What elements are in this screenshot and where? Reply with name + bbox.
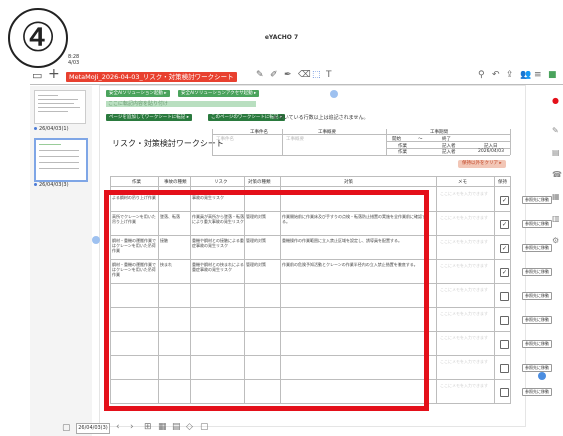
keep-checkbox[interactable] bbox=[500, 316, 509, 325]
memo-field[interactable]: ここにメモを入力できます bbox=[440, 383, 488, 389]
keep-checkbox[interactable] bbox=[500, 364, 509, 373]
col-risk: リスク bbox=[214, 180, 228, 185]
search-icon[interactable]: ⚲ bbox=[478, 70, 485, 80]
column-divider bbox=[436, 176, 437, 404]
status-icon: ■ bbox=[548, 70, 557, 80]
doc-icon[interactable]: ▥ bbox=[552, 214, 560, 223]
transfer-note: ※ 空いている行数以上は追記されません。 bbox=[273, 115, 369, 121]
menu-icon[interactable]: ≡ bbox=[534, 70, 542, 80]
next-page-icon[interactable]: › bbox=[130, 422, 134, 432]
column-divider bbox=[494, 176, 495, 404]
keep-checkbox[interactable]: ✓ bbox=[500, 244, 509, 253]
add-page-icon[interactable]: ⊞ bbox=[144, 422, 152, 432]
gear-icon[interactable]: ⚙ bbox=[552, 236, 559, 245]
marker-icon[interactable]: ✐ bbox=[270, 70, 278, 80]
col-memo: メモ bbox=[458, 180, 467, 185]
memo-field[interactable]: ここにメモを入力できます bbox=[440, 359, 488, 365]
keep-checkbox[interactable] bbox=[500, 340, 509, 349]
date-value[interactable]: 2026/04/03 bbox=[478, 149, 504, 154]
work-name-field[interactable]: 工事件名 bbox=[216, 136, 234, 142]
page-thumbnail-2[interactable] bbox=[34, 138, 88, 182]
keep-checkbox[interactable] bbox=[500, 388, 509, 397]
sidebar-toggle-icon[interactable]: ▭ bbox=[32, 69, 42, 82]
memo-field[interactable]: ここにメモを入力できます bbox=[440, 287, 488, 293]
note-icon[interactable]: ▤ bbox=[552, 148, 560, 157]
keep-checkbox[interactable] bbox=[500, 292, 509, 301]
keep-checkbox[interactable]: ✓ bbox=[500, 268, 509, 277]
brush-icon[interactable]: ✒ bbox=[284, 70, 292, 80]
memo-field[interactable]: ここにメモを入力できます bbox=[440, 335, 488, 341]
text-icon[interactable]: T bbox=[326, 70, 332, 80]
status-date: 4/03 bbox=[68, 60, 80, 66]
memo-field[interactable]: ここにメモを入力できます bbox=[440, 215, 488, 221]
work-summary-field[interactable]: 工事概要 bbox=[286, 136, 304, 142]
column-divider bbox=[510, 176, 511, 404]
page-label-1: 26/04/03(1) bbox=[34, 126, 69, 132]
undo-icon[interactable]: ↶ bbox=[492, 70, 500, 80]
prev-page-icon[interactable]: ‹ bbox=[116, 422, 120, 432]
col-keep: 保持 bbox=[498, 180, 507, 185]
memo-field[interactable]: ここにメモを入力できます bbox=[440, 263, 488, 269]
eraser-icon[interactable]: ⌫ bbox=[298, 70, 311, 80]
scroll-handle[interactable] bbox=[538, 372, 546, 380]
ai-accessor-button[interactable]: 安全AIソリューションアクセサ起動 ▸ bbox=[178, 90, 260, 97]
book-icon[interactable]: ▢ bbox=[62, 423, 71, 433]
page-number-field[interactable]: 26/04/03(3) bbox=[76, 423, 110, 434]
page-thumbnail-1[interactable] bbox=[34, 90, 86, 124]
memo-field[interactable]: ここにメモを入力できます bbox=[440, 311, 488, 317]
highlight-frame bbox=[104, 190, 429, 411]
phone-icon[interactable]: ☎ bbox=[552, 170, 562, 179]
document-title-tab[interactable]: MetaMoJi_2026-04-03_リスク・対策検討ワークシート bbox=[66, 72, 237, 82]
grid-icon[interactable]: ▦ bbox=[552, 192, 560, 201]
pen-icon[interactable]: ✎ bbox=[256, 70, 264, 80]
ai-solution-button[interactable]: 安全AIソリューション起動 ▸ bbox=[106, 90, 170, 97]
drag-handle-left[interactable] bbox=[92, 236, 100, 244]
col-work: 作業 bbox=[132, 180, 141, 185]
select-icon[interactable]: ⬚ bbox=[312, 70, 321, 80]
keep-checkbox[interactable]: ✓ bbox=[500, 196, 509, 205]
users-icon[interactable]: 👥 bbox=[520, 70, 531, 80]
worksheet-title: リスク・対策検討ワークシート bbox=[112, 139, 224, 148]
template-icon[interactable]: ▤ bbox=[172, 422, 181, 432]
page-label-2: 26/04/03(3) bbox=[34, 182, 69, 188]
col-measure: 対策 bbox=[344, 180, 353, 185]
add-icon[interactable]: + bbox=[48, 66, 60, 82]
page-thumbnail-sidebar: 26/04/03(1) 26/04/03(3) bbox=[30, 86, 92, 436]
eraser-bottom-icon[interactable]: ◇ bbox=[186, 422, 193, 432]
share-icon[interactable]: ⇪ bbox=[506, 70, 514, 80]
col-measure-type: 対策の種類 bbox=[248, 180, 271, 185]
person-icon[interactable]: ● bbox=[552, 96, 559, 105]
col-accident-type: 事故の種類 bbox=[164, 180, 187, 185]
paste-hint: ここに転記内容を貼り付け bbox=[108, 101, 169, 107]
right-rail: ● ✎ ▤ ☎ ▦ ▥ ⚙ bbox=[546, 86, 563, 436]
add-page-button[interactable]: ページを追加してワークシートに転記 ▸ bbox=[106, 114, 192, 121]
clear-except-keep-button[interactable]: 保持以外をクリア ▸ bbox=[458, 160, 506, 168]
keep-checkbox[interactable]: ✓ bbox=[500, 220, 509, 229]
grid-view-icon[interactable]: ▦ bbox=[158, 422, 167, 432]
drag-handle-top[interactable] bbox=[330, 90, 338, 98]
memo-field[interactable]: ここにメモを入力できます bbox=[440, 191, 488, 197]
app-title: eYACHO 7 bbox=[264, 34, 299, 41]
frame-icon[interactable]: ▢ bbox=[200, 422, 209, 432]
memo-field[interactable]: ここにメモを入力できます bbox=[440, 239, 488, 245]
pen-rail-icon[interactable]: ✎ bbox=[552, 126, 559, 135]
